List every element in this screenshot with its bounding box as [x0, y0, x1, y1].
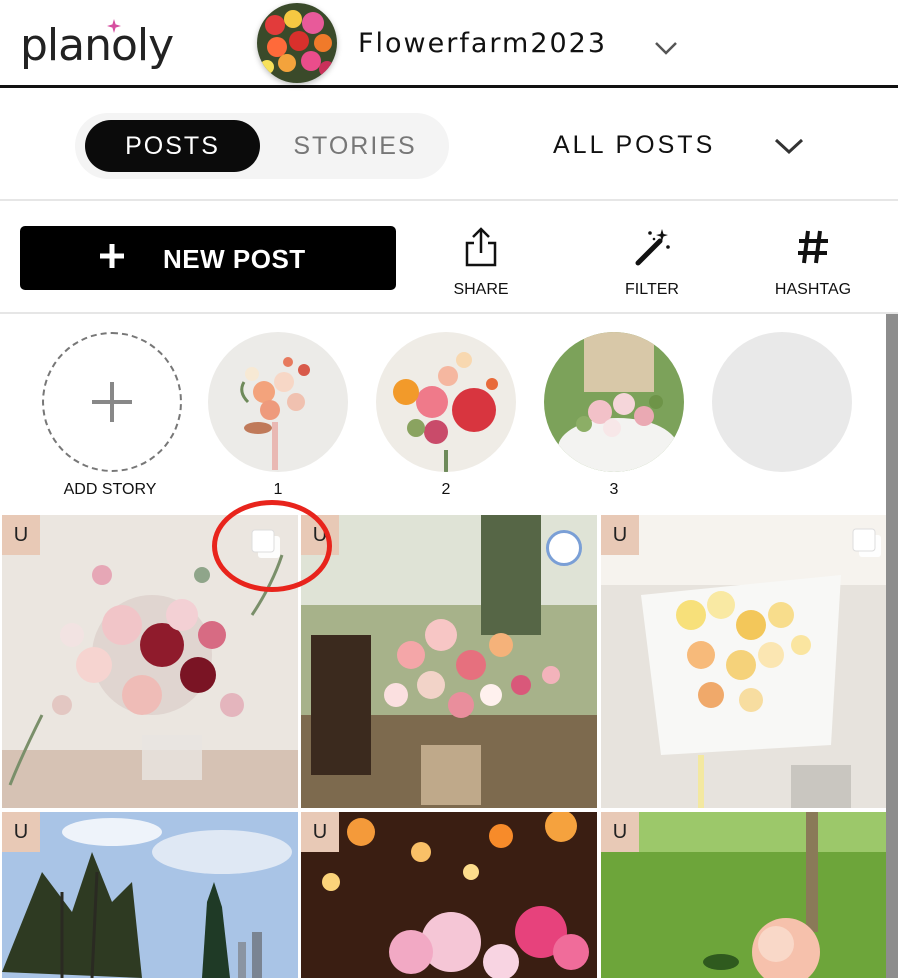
account-avatar[interactable] [257, 3, 337, 83]
filter-button[interactable]: FILTER [597, 223, 707, 303]
app-header: planoly Flowerfarm2023 [0, 0, 898, 88]
posts-stories-toggle: POSTS STORIES [75, 113, 449, 179]
grid-post-tile[interactable]: U [601, 515, 886, 808]
grid-post-tile[interactable]: U [601, 812, 886, 978]
planoly-logo[interactable]: planoly [20, 20, 174, 71]
story-label: 2 [441, 481, 451, 498]
multiple-images-icon [852, 528, 881, 557]
new-post-label: NEW POST [163, 244, 306, 274]
toolbar: NEW POST SHARE FILTER HASHTAG [0, 203, 898, 314]
select-checkbox[interactable] [546, 530, 582, 566]
filter-label: FILTER [625, 281, 679, 298]
chevron-down-icon[interactable] [773, 137, 805, 155]
story-label: 3 [609, 481, 619, 498]
tab-posts[interactable]: POSTS [85, 120, 260, 172]
grid-post-tile[interactable]: U [301, 812, 597, 978]
view-tabs-bar: POSTS STORIES ALL POSTS [0, 91, 898, 201]
sparkle-icon [107, 19, 121, 33]
empty-story-slot[interactable] [712, 332, 852, 472]
share-icon [465, 227, 497, 267]
story-thumbnail[interactable] [376, 332, 516, 472]
grid-post-tile[interactable]: U [301, 515, 597, 808]
plus-icon [92, 382, 132, 422]
share-button[interactable]: SHARE [426, 223, 536, 303]
hashtag-label: HASHTAG [774, 281, 852, 298]
new-post-button[interactable]: NEW POST [20, 226, 396, 290]
story-thumbnail[interactable] [208, 332, 348, 472]
share-label: SHARE [453, 281, 509, 298]
unscheduled-badge: U [301, 812, 339, 852]
account-name[interactable]: Flowerfarm2023 [358, 28, 607, 59]
hashtag-button[interactable]: HASHTAG [758, 223, 868, 303]
add-story-label: ADD STORY [63, 481, 157, 498]
unscheduled-badge: U [2, 812, 40, 852]
tab-stories[interactable]: STORIES [270, 120, 440, 172]
unscheduled-badge: U [601, 812, 639, 852]
grid-post-tile[interactable]: U [2, 812, 298, 978]
story-thumbnail[interactable] [544, 332, 684, 472]
unscheduled-badge: U [601, 515, 639, 555]
scrollbar[interactable] [886, 314, 898, 978]
hashtag-icon [798, 230, 828, 264]
chevron-down-icon[interactable] [654, 40, 678, 56]
stories-row: ADD STORY 1 2 3 [0, 316, 886, 512]
add-story-button[interactable] [42, 332, 182, 472]
plus-icon [100, 244, 124, 268]
post-filter-dropdown[interactable]: ALL POSTS [553, 131, 715, 160]
magic-wand-icon [635, 229, 670, 266]
annotation-circle [212, 500, 332, 592]
unscheduled-badge: U [2, 515, 40, 555]
story-label: 1 [273, 481, 283, 498]
